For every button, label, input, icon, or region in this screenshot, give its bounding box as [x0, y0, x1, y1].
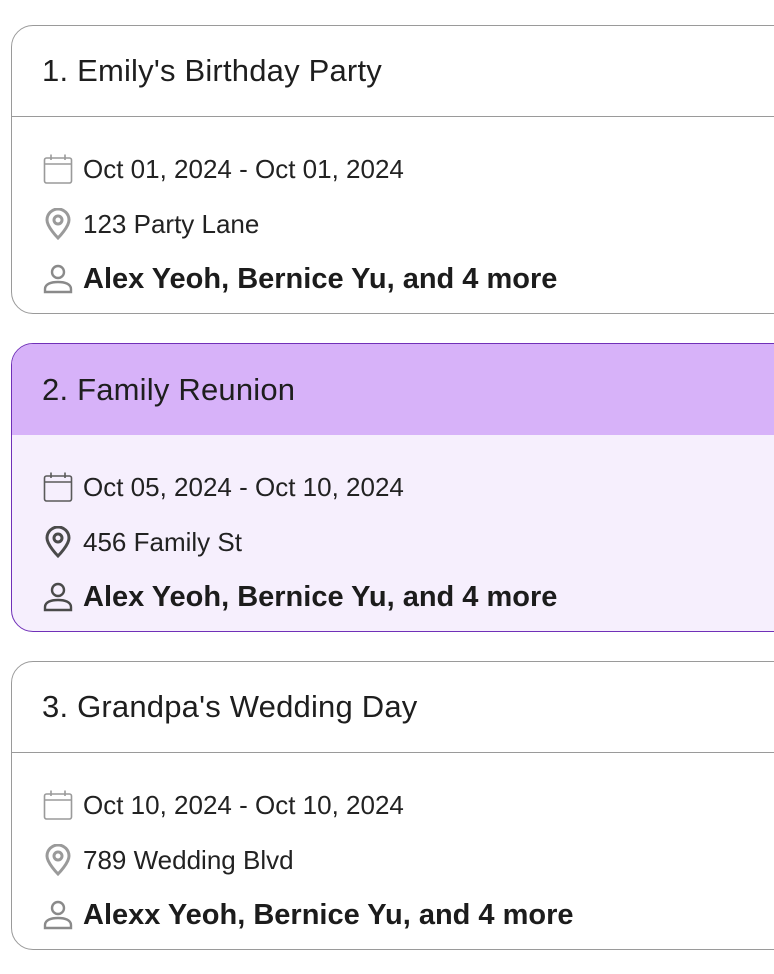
event-attendees-row: Alex Yeoh, Bernice Yu, and 4 more	[42, 576, 774, 618]
event-location-row: 456 Family St	[42, 521, 774, 563]
event-list: 1. Emily's Birthday Party Oct 01, 2024 -…	[0, 0, 774, 974]
event-card-selected[interactable]: 2. Family Reunion Oct 05, 2024 - Oct 10,…	[11, 343, 774, 632]
event-attendees: Alexx Yeoh, Bernice Yu, and 4 more	[83, 898, 574, 931]
event-card-header: 1. Emily's Birthday Party	[12, 26, 774, 117]
event-card-header: 2. Family Reunion	[12, 344, 774, 435]
event-date-range: Oct 05, 2024 - Oct 10, 2024	[83, 471, 404, 502]
location-pin-icon	[42, 844, 74, 876]
event-attendees: Alex Yeoh, Bernice Yu, and 4 more	[83, 580, 558, 613]
location-pin-icon	[42, 526, 74, 558]
calendar-icon	[42, 471, 74, 503]
event-attendees: Alex Yeoh, Bernice Yu, and 4 more	[83, 262, 558, 295]
event-title: 2. Family Reunion	[42, 371, 296, 407]
event-attendees-row: Alex Yeoh, Bernice Yu, and 4 more	[42, 258, 774, 300]
event-attendees-row: Alexx Yeoh, Bernice Yu, and 4 more	[42, 894, 774, 936]
calendar-icon	[42, 153, 74, 185]
event-date-row: Oct 01, 2024 - Oct 01, 2024	[42, 148, 774, 190]
event-location-row: 789 Wedding Blvd	[42, 839, 774, 881]
event-card[interactable]: 3. Grandpa's Wedding Day Oct 10, 2024 - …	[11, 661, 774, 950]
event-card-body: Oct 05, 2024 - Oct 10, 2024 456 Family S…	[12, 435, 774, 618]
event-card-body: Oct 01, 2024 - Oct 01, 2024 123 Party La…	[12, 117, 774, 300]
event-card-body: Oct 10, 2024 - Oct 10, 2024 789 Wedding …	[12, 753, 774, 936]
person-icon	[42, 581, 74, 613]
event-title: 3. Grandpa's Wedding Day	[42, 689, 418, 724]
event-date-row: Oct 10, 2024 - Oct 10, 2024	[42, 784, 774, 826]
event-location-row: 123 Party Lane	[42, 203, 774, 245]
person-icon	[42, 263, 74, 295]
event-title: 1. Emily's Birthday Party	[42, 53, 382, 88]
event-location: 456 Family St	[83, 526, 242, 557]
event-location: 789 Wedding Blvd	[83, 844, 294, 875]
event-date-range: Oct 10, 2024 - Oct 10, 2024	[83, 789, 404, 820]
person-icon	[42, 899, 74, 931]
event-date-row: Oct 05, 2024 - Oct 10, 2024	[42, 466, 774, 508]
event-location: 123 Party Lane	[83, 208, 260, 239]
event-card-header: 3. Grandpa's Wedding Day	[12, 662, 774, 753]
event-date-range: Oct 01, 2024 - Oct 01, 2024	[83, 153, 404, 184]
location-pin-icon	[42, 208, 74, 240]
event-card[interactable]: 1. Emily's Birthday Party Oct 01, 2024 -…	[11, 25, 774, 314]
calendar-icon	[42, 789, 74, 821]
